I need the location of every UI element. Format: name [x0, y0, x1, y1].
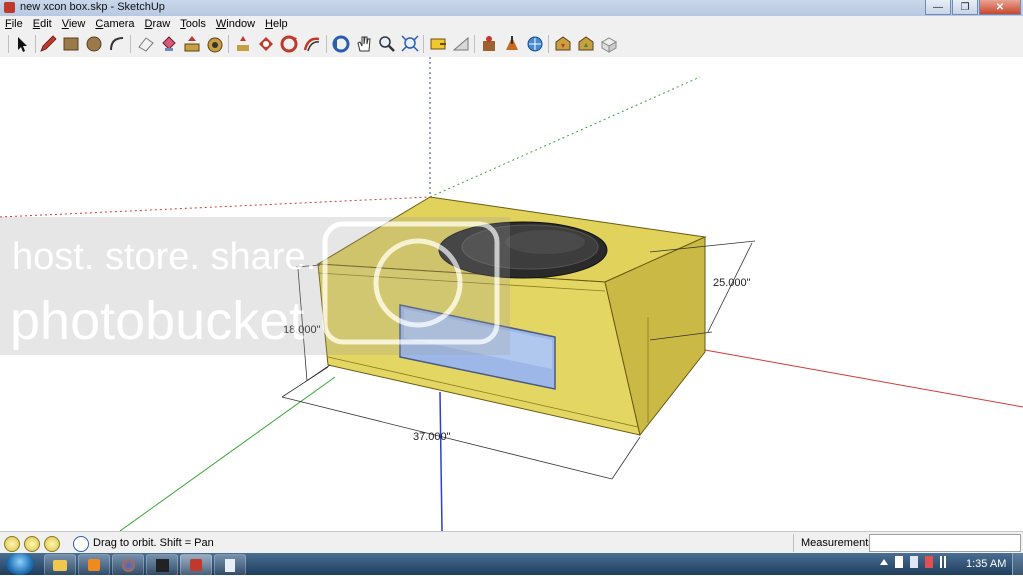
status-separator [793, 534, 794, 552]
zoom-extents-icon[interactable] [400, 34, 420, 54]
sketchup-app-icon[interactable] [4, 2, 15, 13]
menu-view[interactable]: View [57, 18, 91, 30]
tape-measure-icon[interactable] [428, 34, 448, 54]
show-desktop-button[interactable] [1012, 553, 1023, 575]
dimension-icon[interactable] [479, 34, 499, 54]
measurements-label: Measurements [801, 537, 874, 549]
toolbar-separator [548, 35, 549, 53]
photobucket-watermark: host. store. share. photobucket [0, 217, 510, 355]
paint-bucket-icon[interactable] [159, 34, 179, 54]
toolbar-grip [8, 35, 9, 53]
menu-edit[interactable]: Edit [28, 18, 57, 30]
watermark-line2: photobucket [10, 291, 304, 351]
window-title: new xcon box.skp - SketchUp [20, 1, 165, 13]
security-icon[interactable] [925, 556, 933, 568]
components-icon[interactable] [599, 34, 619, 54]
arc-icon[interactable] [107, 34, 127, 54]
measurements-input[interactable] [869, 534, 1021, 552]
toolbar-separator [35, 35, 36, 53]
toolbar-separator [228, 35, 229, 53]
taskbar-app[interactable] [146, 554, 178, 576]
restore-icon: ❐ [960, 1, 970, 13]
restore-button[interactable]: ❐ [952, 0, 978, 15]
eraser-icon[interactable] [136, 34, 156, 54]
toolbar-separator [423, 35, 424, 53]
get-models-icon[interactable] [553, 34, 573, 54]
green-axis-dashed [429, 76, 701, 198]
geo-location-icon[interactable] [4, 536, 20, 552]
toolbar [0, 31, 1023, 58]
select-icon[interactable] [12, 34, 32, 54]
minimize-icon: — [933, 1, 943, 13]
zoom-icon[interactable] [377, 34, 397, 54]
rectangle-icon[interactable] [61, 34, 81, 54]
help-icon[interactable] [73, 536, 89, 552]
taskbar-sketchup[interactable] [180, 554, 212, 576]
text-icon[interactable] [502, 34, 522, 54]
status-bar: Drag to orbit. Shift = Pan Measurements [0, 531, 1023, 554]
menu-draw[interactable]: Draw [140, 18, 176, 30]
offset-icon[interactable] [302, 34, 322, 54]
move-icon[interactable] [233, 34, 253, 54]
sketchup-icon [190, 559, 202, 571]
user-icon[interactable] [44, 536, 60, 552]
taskbar-document[interactable] [214, 554, 246, 576]
red-axis-dashed [0, 196, 431, 218]
menu-window[interactable]: Window [211, 18, 260, 30]
blue-axis [439, 391, 443, 531]
taskbar-firefox[interactable] [112, 554, 144, 576]
taskbar-explorer[interactable] [44, 554, 76, 576]
share-model-icon[interactable] [576, 34, 596, 54]
show-hidden-icons-icon[interactable] [880, 559, 888, 565]
subwoofer-dustcap [505, 230, 585, 254]
menu-camera[interactable]: Camera [90, 18, 139, 30]
network-signal-icon[interactable] [940, 556, 950, 568]
menu-file[interactable]: File [0, 18, 28, 30]
firefox-icon [121, 558, 135, 572]
status-hint: Drag to orbit. Shift = Pan [93, 537, 214, 549]
follow-me-icon[interactable] [205, 34, 225, 54]
app-icon [155, 558, 169, 572]
scale-icon[interactable] [279, 34, 299, 54]
start-button[interactable] [6, 553, 34, 575]
title-bar: new xcon box.skp - SketchUp — ❐ ✕ [0, 0, 1023, 17]
document-icon [225, 558, 235, 572]
credits-icon[interactable] [24, 536, 40, 552]
action-center-flag-icon[interactable] [895, 556, 903, 568]
taskbar-clock[interactable]: 1:35 AM [966, 558, 1006, 570]
windows-taskbar: 1:35 AM [0, 553, 1023, 576]
axes-icon[interactable] [525, 34, 545, 54]
volume-icon[interactable] [910, 556, 918, 568]
toolbar-separator [130, 35, 131, 53]
taskbar-media-player[interactable] [78, 554, 110, 576]
toolbar-separator [326, 35, 327, 53]
circle-icon[interactable] [84, 34, 104, 54]
red-axis [704, 349, 1023, 408]
menu-help[interactable]: Help [260, 18, 293, 30]
menu-bar: File Edit View Camera Draw Tools Window … [0, 16, 1023, 31]
width-dimension-label: 37.000" [413, 431, 451, 443]
rotate-icon[interactable] [256, 34, 276, 54]
modeling-viewport[interactable]: 25.000" 18.000" 37.000" host. store. sha… [0, 57, 1023, 531]
close-button[interactable]: ✕ [979, 0, 1021, 15]
close-icon: ✕ [995, 1, 1005, 13]
pan-icon[interactable] [354, 34, 374, 54]
protractor-icon[interactable] [451, 34, 471, 54]
green-axis [119, 376, 336, 531]
system-tray [880, 556, 950, 568]
media-player-icon [88, 559, 100, 571]
pencil-icon[interactable] [38, 34, 58, 54]
push-pull-icon[interactable] [182, 34, 202, 54]
orbit-icon[interactable] [331, 34, 351, 54]
toolbar-separator [474, 35, 475, 53]
window-controls: — ❐ ✕ [924, 0, 1021, 15]
watermark-line1: host. store. share. [12, 236, 316, 278]
model-canvas[interactable]: 25.000" 18.000" 37.000" host. store. sha… [0, 57, 1023, 531]
menu-tools[interactable]: Tools [175, 18, 211, 30]
depth-dimension-label: 25.000" [713, 277, 751, 289]
minimize-button[interactable]: — [925, 0, 951, 15]
folder-icon [53, 559, 67, 571]
